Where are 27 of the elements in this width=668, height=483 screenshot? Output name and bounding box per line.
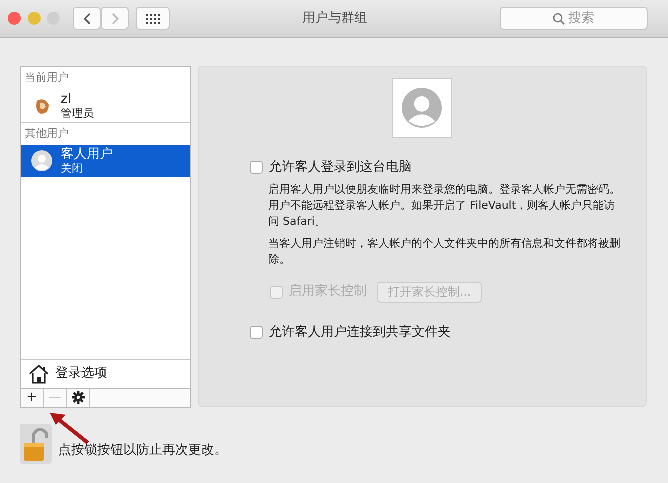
user-name: zl bbox=[61, 92, 72, 106]
checkbox[interactable] bbox=[250, 326, 262, 339]
search-icon bbox=[553, 12, 566, 24]
user-status: 关闭 bbox=[61, 162, 84, 175]
checkbox-label: 启用家长控制 bbox=[289, 283, 367, 302]
user-list-item[interactable]: 客人用户 关闭 bbox=[21, 145, 190, 177]
lock-button[interactable] bbox=[20, 424, 52, 464]
house-icon bbox=[29, 364, 49, 384]
checkbox-label: 允许客人登录到这台电脑 bbox=[269, 159, 412, 177]
section-heading: 当前用户 bbox=[24, 70, 70, 86]
back-button[interactable] bbox=[73, 7, 101, 30]
avatar-icon bbox=[31, 150, 53, 172]
description-text: 当客人用户注销时，客人帐户的个人文件夹中的所有信息和文件都将被删除。 bbox=[268, 236, 622, 268]
user-name: 客人用户 bbox=[61, 147, 113, 162]
user-status: 管理员 bbox=[61, 106, 94, 120]
lock-hint-text: 点按锁按钮以防止再次更改。 bbox=[58, 442, 228, 460]
checkbox-label: 允许客人用户连接到共享文件夹 bbox=[269, 324, 451, 342]
grid-icon bbox=[146, 14, 160, 24]
user-list-item[interactable]: zl 管理员 bbox=[21, 90, 190, 122]
description-text: 启用客人用户以便朋友临时用来登录您的电脑。登录客人帐户无需密码。用户不能远程登录客人帐户。如果开启了 FileVault，则客人帐户只能访问 Safari。 bbox=[268, 182, 622, 230]
window-control-button[interactable] bbox=[28, 12, 40, 25]
annotation-arrow bbox=[48, 411, 90, 445]
grid-view-button[interactable] bbox=[136, 7, 170, 30]
login-options-item[interactable]: 登录选项 bbox=[56, 364, 108, 384]
window-title: 用户与群组 bbox=[301, 10, 368, 28]
checkbox[interactable] bbox=[250, 161, 262, 174]
window-control-button[interactable] bbox=[8, 12, 21, 25]
